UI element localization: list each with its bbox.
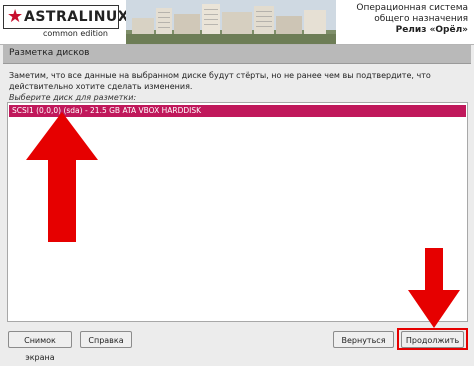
- help-button[interactable]: Справка: [80, 331, 132, 348]
- notice-text: Заметим, что все данные на выбранном дис…: [9, 71, 431, 91]
- disk-prompt: Выберите диск для разметки:: [9, 93, 137, 102]
- back-button[interactable]: Вернуться: [333, 331, 394, 348]
- title-bar: Разметка дисков: [3, 45, 471, 64]
- release-line-3: Релиз «Орёл»: [395, 25, 468, 35]
- logo-name: ASTRALINUX: [24, 9, 130, 25]
- page-title: Разметка дисков: [9, 48, 90, 58]
- release-line-2: общего назначения: [374, 14, 468, 24]
- logo-box: ★ ASTRALINUX: [3, 5, 129, 29]
- screenshot-button[interactable]: Снимок экрана: [8, 331, 72, 362]
- continue-button[interactable]: Продолжить: [401, 331, 464, 348]
- star-icon: ★: [7, 6, 24, 27]
- release-info: Операционная система общего назначения Р…: [356, 3, 468, 36]
- arrow-down-icon: [408, 248, 460, 328]
- city-skyline-image: [126, 0, 336, 44]
- astralinux-logo: ★ ASTRALINUX common edition: [3, 3, 129, 41]
- release-line-1: Операционная система: [356, 3, 468, 13]
- header-banner: ★ ASTRALINUX common edition Операционная…: [0, 0, 474, 44]
- logo-edition: common edition: [43, 29, 108, 38]
- arrow-up-icon: [26, 112, 98, 242]
